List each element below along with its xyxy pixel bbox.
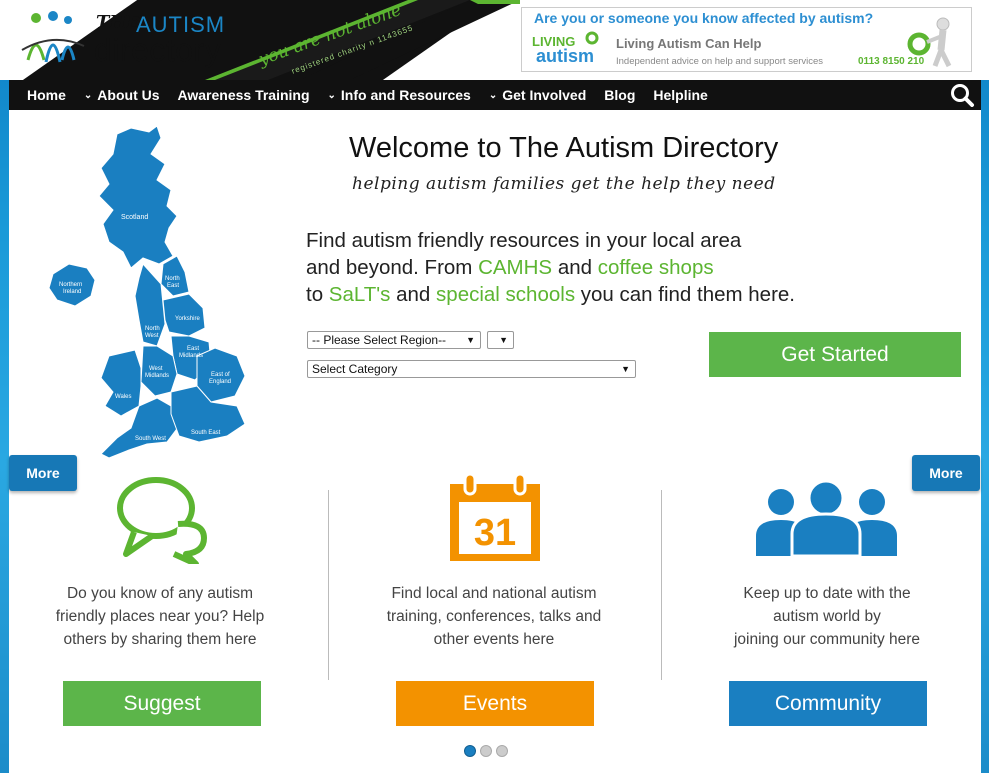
- chevron-down-icon: ⌄: [488, 89, 498, 101]
- ad-question: Are you or someone you know affected by …: [534, 10, 874, 26]
- suggest-button[interactable]: Suggest: [63, 681, 261, 726]
- nav-blog[interactable]: Blog: [604, 87, 635, 103]
- carousel-dot[interactable]: [464, 745, 476, 757]
- intro-text-span: and: [552, 256, 598, 279]
- link-special-schools[interactable]: special schools: [436, 283, 575, 306]
- community-button[interactable]: Community: [729, 681, 927, 726]
- gear-icon: [585, 31, 599, 45]
- map-label-scotland: Scotland: [121, 214, 148, 221]
- ad-subtext: Independent advice on help and support s…: [616, 56, 824, 67]
- map-label-northern-ireland: Northern Ireland: [59, 282, 82, 295]
- uk-regions-map[interactable]: Scotland Northern Ireland North East Yorks…: [39, 124, 269, 464]
- intro-text-span: you can find them here.: [575, 283, 795, 306]
- region-select-value: -- Please Select Region--: [312, 333, 447, 347]
- dropdown-arrow-icon: ▼: [466, 335, 475, 345]
- map-label-north-west: North West: [145, 326, 160, 339]
- category-select[interactable]: Select Category ▼: [307, 360, 636, 378]
- suggest-description: Do you know of any autism friendly place…: [20, 582, 300, 651]
- link-salt[interactable]: SaLT's: [329, 283, 391, 306]
- nav-get-involved[interactable]: ⌄ Get Involved: [489, 87, 586, 103]
- suggest-text-line: friendly places near you? Help: [55, 608, 265, 625]
- calendar-icon: 31: [450, 472, 540, 561]
- nav-blog-label: Blog: [604, 87, 636, 103]
- intro-line-2: and beyond. From CAMHS and coffee shops: [306, 254, 795, 281]
- suggest-text-line: others by sharing them here: [63, 631, 257, 648]
- column-divider: [328, 490, 329, 680]
- main-nav: Home ⌄ About Us Awareness Training ⌄ Inf…: [9, 80, 981, 110]
- map-region-yorkshire: [162, 293, 206, 337]
- chevron-down-icon: ⌄: [327, 89, 336, 101]
- nav-get-involved-label: Get Involved: [502, 87, 587, 103]
- calendar-day-number: 31: [474, 512, 516, 554]
- dropdown-arrow-icon: ▼: [621, 364, 630, 374]
- map-label-north-east: North East: [165, 276, 180, 289]
- intro-text: Find autism friendly resources in your l…: [306, 227, 795, 308]
- intro-text-span: to: [306, 283, 329, 306]
- nav-info-resources-label: Info and Resources: [340, 87, 471, 103]
- events-text-line: other events here: [433, 631, 555, 648]
- events-text-line: training, conferences, talks and: [386, 608, 602, 625]
- intro-text-span: and beyond. From: [306, 256, 479, 279]
- link-coffee-shops[interactable]: coffee shops: [598, 256, 714, 279]
- map-label-wales: Wales: [115, 394, 131, 400]
- community-text-line: joining our community here: [733, 631, 921, 648]
- nav-helpline[interactable]: Helpline: [653, 87, 707, 103]
- category-select-value: Select Category: [312, 362, 398, 376]
- carousel-dot[interactable]: [496, 745, 508, 757]
- carousel-pager: [464, 745, 508, 757]
- site-header: THE AUTISM directory you are not alone r…: [0, 0, 989, 80]
- column-divider: [661, 490, 662, 680]
- search-icon[interactable]: [949, 83, 975, 107]
- nav-info-resources[interactable]: ⌄ Info and Resources: [328, 87, 471, 103]
- community-text-line: autism world by: [773, 608, 881, 625]
- more-right-button[interactable]: More: [912, 455, 980, 491]
- people-icon: [756, 480, 897, 556]
- nav-helpline-label: Helpline: [653, 87, 708, 103]
- events-description: Find local and national autism training,…: [354, 582, 634, 651]
- header-diagonal-band: [205, 0, 520, 80]
- community-description: Keep up to date with the autism world by…: [687, 582, 967, 651]
- main-content: Scotland Northern Ireland North East Yorks…: [9, 110, 981, 773]
- chevron-down-icon: ⌄: [83, 89, 93, 101]
- dropdown-arrow-icon: ▼: [499, 335, 508, 345]
- carousel-dot[interactable]: [480, 745, 492, 757]
- figure-with-gear-icon: [907, 17, 952, 68]
- map-region-wales: [100, 349, 142, 417]
- link-camhs[interactable]: CAMHS: [478, 256, 552, 279]
- more-left-button[interactable]: More: [9, 455, 77, 491]
- map-label-east-of-england: East of England: [209, 372, 231, 385]
- ad-brand-autism: autism: [536, 46, 595, 66]
- page-subtitle: helping autism families get the help the…: [352, 174, 776, 194]
- events-text-line: Find local and national autism: [391, 585, 597, 602]
- nav-home[interactable]: Home: [27, 87, 66, 103]
- intro-text-span: and: [390, 283, 437, 306]
- map-label-south-west: South West: [135, 436, 166, 442]
- intro-line-3: to SaLT's and special schools you can fi…: [306, 281, 795, 308]
- get-started-button[interactable]: Get Started: [709, 332, 961, 377]
- living-autism-ad[interactable]: Are you or someone you know affected by …: [521, 7, 972, 72]
- ad-headline: Living Autism Can Help: [616, 36, 762, 51]
- events-button[interactable]: Events: [396, 681, 594, 726]
- speech-bubbles-icon: [117, 477, 207, 564]
- nav-home-label: Home: [27, 87, 66, 103]
- suggest-text-line: Do you know of any autism: [66, 585, 254, 602]
- intro-line-1: Find autism friendly resources in your l…: [306, 229, 742, 252]
- map-region-scotland: [98, 125, 178, 269]
- region-select[interactable]: -- Please Select Region-- ▼: [307, 331, 481, 349]
- map-label-yorkshire: Yorkshire: [175, 316, 200, 322]
- sub-region-select[interactable]: ▼: [487, 331, 514, 349]
- nav-about-us-label: About Us: [97, 87, 160, 103]
- community-text-line: Keep up to date with the: [743, 585, 911, 602]
- nav-awareness-training-label: Awareness Training: [177, 87, 310, 103]
- nav-about-us[interactable]: ⌄ About Us: [84, 87, 160, 103]
- nav-awareness-training[interactable]: Awareness Training: [178, 87, 310, 103]
- map-label-south-east: South East: [191, 430, 221, 436]
- page-title: Welcome to The Autism Directory: [349, 132, 779, 164]
